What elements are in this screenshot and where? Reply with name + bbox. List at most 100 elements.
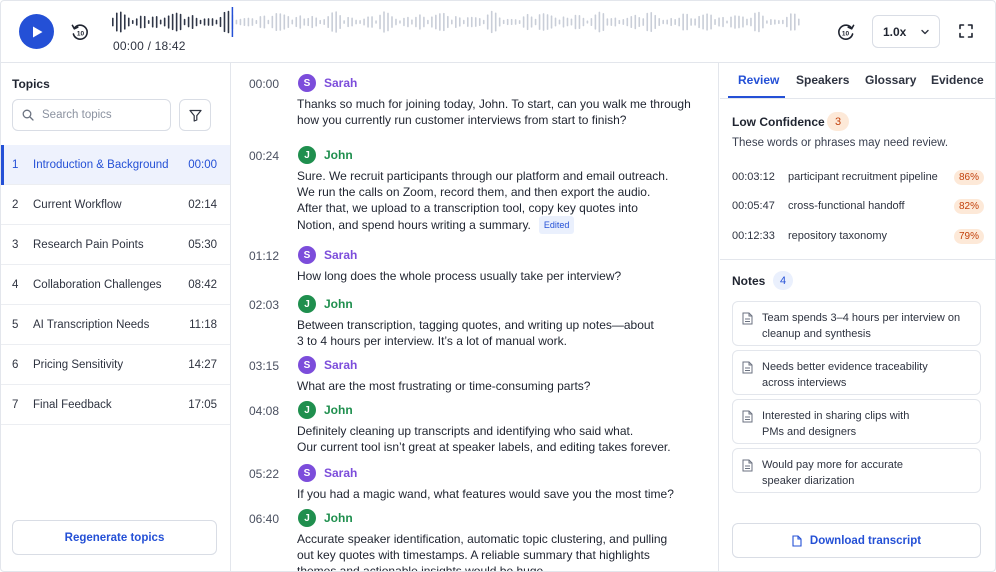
transcript-turn[interactable]: 04:08 J John Definitely cleaning up transcr… — [232, 390, 718, 461]
low-confidence-item[interactable]: 00:12:33 repository taxonomy 79% — [732, 226, 984, 246]
transcript-turn[interactable]: 00:24 J John Sure. We recruit participants … — [232, 135, 718, 238]
transcript-turn[interactable]: 00:00 S Sarah Thanks so much for joining to… — [232, 63, 718, 134]
topic-number: 7 — [12, 398, 19, 411]
turn-timestamp[interactable]: 04:08 — [249, 404, 279, 418]
playback-speed-select[interactable]: 1.0x — [872, 15, 940, 48]
waveform-bar — [474, 17, 477, 27]
tab-glossary[interactable]: Glossary — [865, 73, 916, 87]
waveform-bar — [383, 11, 385, 33]
fullscreen-button[interactable] — [956, 21, 976, 41]
topic-search-input[interactable] — [42, 109, 162, 121]
speaker-name[interactable]: Sarah — [324, 358, 357, 372]
review-tabs: Review Speakers Glossary Evidence — [720, 63, 995, 99]
topic-item[interactable]: 4 Collaboration Challenges 08:42 — [1, 265, 230, 305]
waveform-bar — [447, 15, 449, 29]
waveform-bar — [243, 17, 246, 27]
waveform-bar — [255, 19, 258, 25]
utterance-line: How long does the whole process usually … — [297, 268, 702, 284]
note-icon — [742, 410, 753, 423]
low-confidence-time: 00:05:47 — [732, 200, 775, 212]
turn-timestamp[interactable]: 03:15 — [249, 359, 279, 373]
topic-number: 2 — [12, 198, 19, 211]
low-confidence-item[interactable]: 00:05:47 cross-functional handoff 82% — [732, 196, 984, 216]
waveform-bar — [167, 15, 170, 29]
note-card[interactable]: Would pay more for accurate speaker diar… — [732, 448, 981, 493]
waveform-bar — [738, 15, 740, 29]
rewind-10-button[interactable]: 10 — [69, 21, 91, 43]
note-text: Team spends 3–4 hours per interview on c… — [762, 312, 961, 340]
utterance-text[interactable]: Definitely cleaning up transcripts and i… — [297, 423, 702, 455]
waveform-bar — [650, 12, 653, 32]
turn-timestamp[interactable]: 01:12 — [249, 249, 279, 263]
waveform-bar — [299, 15, 302, 29]
topic-item[interactable]: 6 Pricing Sensitivity 14:27 — [1, 345, 230, 385]
turn-timestamp[interactable]: 00:00 — [249, 77, 279, 91]
speaker-name[interactable]: Sarah — [324, 248, 357, 262]
utterance-text[interactable]: Sure. We recruit participants through ou… — [297, 168, 702, 234]
play-button[interactable] — [19, 14, 54, 49]
utterance-text[interactable]: Thanks so much for joining today, John. … — [297, 96, 702, 128]
filter-button[interactable] — [179, 99, 211, 131]
note-card[interactable]: Interested in sharing clips with PMs and… — [732, 399, 981, 444]
forward-10-icon: 10 — [838, 24, 855, 40]
topic-item[interactable]: 1 Introduction & Background 00:00 — [1, 145, 230, 185]
waveform-bar — [191, 14, 194, 30]
topic-item[interactable]: 7 Final Feedback 17:05 — [1, 385, 230, 425]
waveform-bar — [694, 18, 696, 26]
download-transcript-button[interactable]: Download transcript — [732, 523, 981, 558]
transcript-turn[interactable]: 01:12 S Sarah How long does the whole proce… — [232, 235, 718, 290]
note-card[interactable]: Team spends 3–4 hours per interview on c… — [732, 301, 981, 346]
topic-search-box[interactable] — [12, 99, 171, 131]
tab-speakers[interactable]: Speakers — [796, 73, 849, 87]
low-confidence-item[interactable]: 00:03:12 participant recruitment pipelin… — [732, 167, 984, 187]
turn-timestamp[interactable]: 00:24 — [249, 149, 279, 163]
regenerate-topics-button[interactable]: Regenerate topics — [12, 520, 217, 555]
note-text: Interested in sharing clips with PMs and… — [762, 410, 910, 438]
forward-10-button[interactable]: 10 — [835, 21, 857, 43]
playhead[interactable] — [231, 7, 234, 37]
topic-time: 14:27 — [188, 358, 217, 371]
search-icon — [22, 109, 34, 121]
waveform-bar — [782, 19, 784, 25]
speaker-name[interactable]: Sarah — [324, 76, 357, 90]
filter-icon — [188, 109, 202, 122]
utterance-text[interactable]: How long does the whole process usually … — [297, 268, 702, 284]
tab-review[interactable]: Review — [738, 73, 779, 87]
topic-item[interactable]: 2 Current Workflow 02:14 — [1, 185, 230, 225]
waveform-bar — [538, 14, 541, 30]
utterance-text[interactable]: Accurate speaker identification, automat… — [297, 531, 702, 572]
waveform-bar — [658, 17, 661, 27]
note-icon — [742, 459, 753, 472]
topic-number: 6 — [12, 358, 19, 371]
speaker-name[interactable]: John — [324, 297, 353, 311]
low-confidence-description: These words or phrases may need review. — [732, 137, 949, 149]
utterance-line-text: After that, we upload to a transcription… — [297, 201, 638, 215]
waveform-bar — [646, 12, 649, 32]
confidence-score-badge: 82% — [953, 198, 984, 214]
waveform-bar — [686, 13, 688, 31]
note-card[interactable]: Needs better evidence traceability acros… — [732, 350, 981, 395]
utterance-line-text: themes and actionable insights would be … — [297, 564, 547, 572]
topic-item[interactable]: 5 AI Transcription Needs 11:18 — [1, 305, 230, 345]
speaker-name[interactable]: Sarah — [324, 466, 357, 480]
speaker-name[interactable]: John — [324, 403, 353, 417]
waveform-bar — [415, 16, 417, 28]
low-confidence-title: Low Confidence — [732, 115, 825, 129]
utterance-line-text: How long does the whole process usually … — [297, 269, 622, 283]
waveform-bar — [526, 13, 529, 31]
audio-waveform[interactable] — [112, 7, 802, 37]
transcript-turn[interactable]: 06:40 J John Accurate speaker identificatio… — [232, 498, 718, 572]
tab-evidence[interactable]: Evidence — [931, 73, 984, 87]
topic-item[interactable]: 3 Research Pain Points 05:30 — [1, 225, 230, 265]
turn-timestamp[interactable]: 02:03 — [249, 298, 279, 312]
utterance-line-text: We run the calls on Zoom, record them, a… — [297, 185, 651, 199]
speaker-name[interactable]: John — [324, 148, 353, 162]
topics-title: Topics — [12, 77, 50, 91]
waveform-bar — [566, 17, 569, 27]
waveform-bar — [510, 18, 513, 26]
speaker-name[interactable]: John — [324, 511, 353, 525]
turn-timestamp[interactable]: 05:22 — [249, 467, 279, 481]
waveform-bar — [606, 18, 609, 26]
waveform-bar — [722, 16, 724, 28]
turn-timestamp[interactable]: 06:40 — [249, 512, 279, 526]
